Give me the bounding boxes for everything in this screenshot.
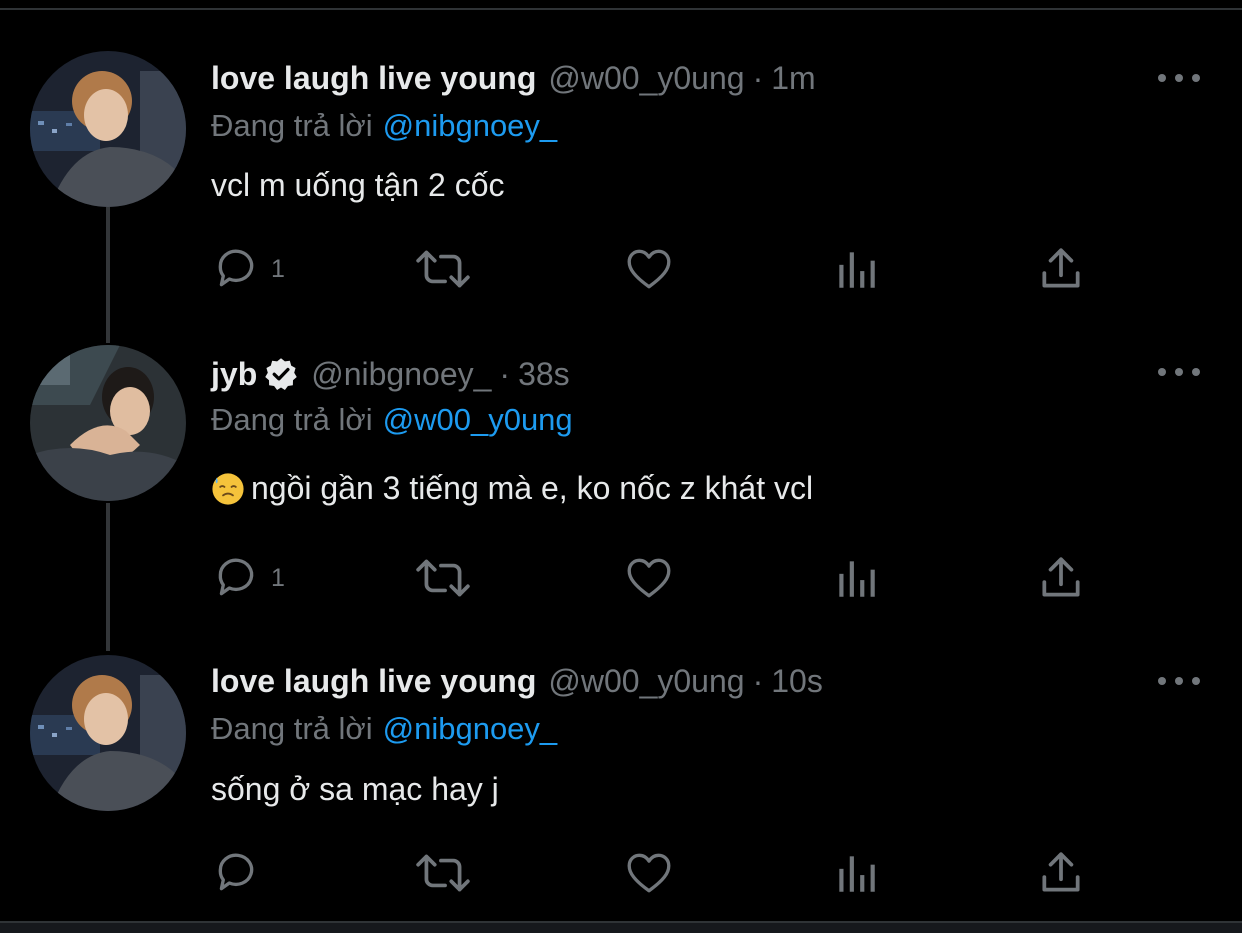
retweet-button[interactable] — [414, 848, 472, 898]
separator: · — [752, 662, 764, 699]
bottom-divider — [0, 921, 1242, 933]
like-icon — [627, 853, 671, 893]
tweet[interactable]: love laugh live young @w00_y0ung · 10s Đ… — [0, 0, 1242, 920]
reply-button[interactable] — [211, 848, 271, 898]
tweet-text: sống ở sa mạc hay j — [211, 771, 499, 808]
views-icon — [839, 856, 875, 892]
avatar[interactable] — [30, 655, 186, 811]
more-icon[interactable] — [1158, 671, 1200, 691]
like-button[interactable] — [624, 848, 674, 898]
reply-mention-link[interactable]: @nibgnoey_ — [383, 711, 558, 746]
tweet-text-content: sống ở sa mạc hay j — [211, 771, 499, 807]
action-bar — [211, 848, 1111, 898]
reply-icon — [218, 853, 254, 891]
share-button[interactable] — [1036, 848, 1086, 898]
display-name[interactable]: love laugh live young — [211, 663, 536, 700]
retweet-icon — [416, 854, 470, 892]
reply-context: Đang trả lời @nibgnoey_ — [211, 711, 557, 747]
timestamp[interactable]: 10s — [771, 663, 823, 700]
reply-prefix: Đang trả lời — [211, 711, 373, 746]
user-handle[interactable]: @w00_y0ung — [548, 663, 744, 700]
share-icon — [1042, 852, 1080, 892]
views-button[interactable] — [831, 848, 881, 898]
